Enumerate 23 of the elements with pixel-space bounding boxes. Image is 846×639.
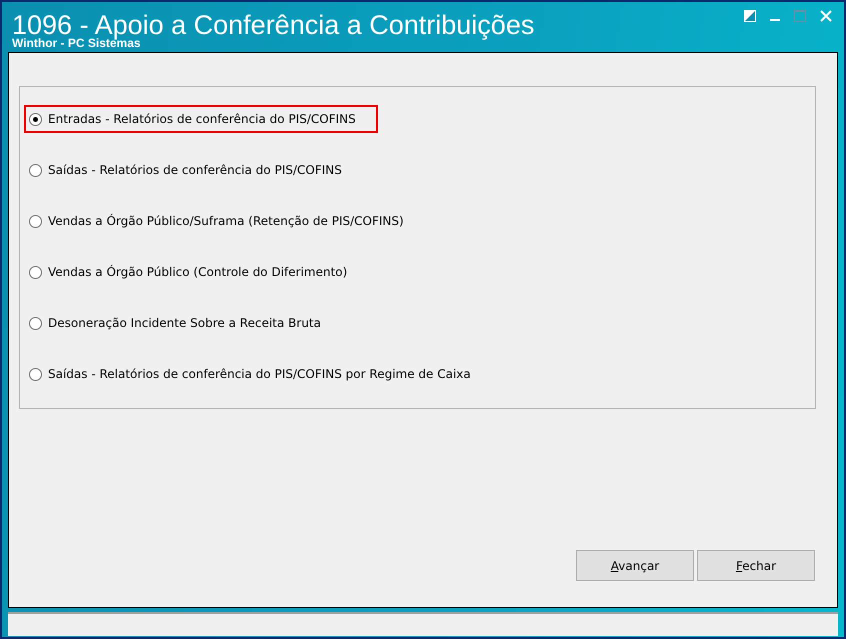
radio-button[interactable] xyxy=(29,266,42,278)
radio-option[interactable]: Vendas a Órgão Público/Suframa (Retenção de PIS/COFINS) xyxy=(24,207,426,235)
radio-button[interactable] xyxy=(29,112,42,126)
radio-button[interactable] xyxy=(29,368,42,380)
option-label: Saídas - Relatórios de conferência do PIS/COFINS xyxy=(48,163,342,177)
option-label: Entradas - Relatórios de conferência do PIS/COFINS xyxy=(48,112,356,126)
radio-option[interactable]: Vendas a Órgão Público (Controle do Diferimento) xyxy=(24,258,370,286)
option-label: Vendas a Órgão Público/Suframa (Retenção de PIS/COFINS) xyxy=(48,214,404,228)
option-label: Saídas - Relatórios de conferência do PIS/COFINS por Regime de Caixa xyxy=(48,367,471,381)
radio-button[interactable] xyxy=(29,316,42,330)
close-button[interactable]: Fechar xyxy=(697,550,815,581)
restore-icon[interactable] xyxy=(744,10,756,22)
radio-button[interactable] xyxy=(29,214,42,228)
option-label: Desoneração Incidente Sobre a Receita Bruta xyxy=(48,316,321,330)
radio-button[interactable] xyxy=(29,164,42,176)
radio-option[interactable]: Saídas - Relatórios de conferência do PIS/COFINS por Regime de Caixa xyxy=(24,360,493,388)
option-label: Vendas a Órgão Público (Controle do Diferimento) xyxy=(48,265,348,279)
next-button[interactable]: Avançar xyxy=(576,550,694,581)
close-icon[interactable] xyxy=(820,10,832,22)
window-subtitle: Winthor - PC Sistemas xyxy=(12,37,141,49)
radio-option[interactable]: Entradas - Relatórios de conferência do PIS/COFINS xyxy=(24,105,378,133)
radio-option[interactable]: Desoneração Incidente Sobre a Receita Bruta xyxy=(24,309,343,337)
radio-option[interactable]: Saídas - Relatórios de conferência do PIS/COFINS xyxy=(24,156,364,184)
